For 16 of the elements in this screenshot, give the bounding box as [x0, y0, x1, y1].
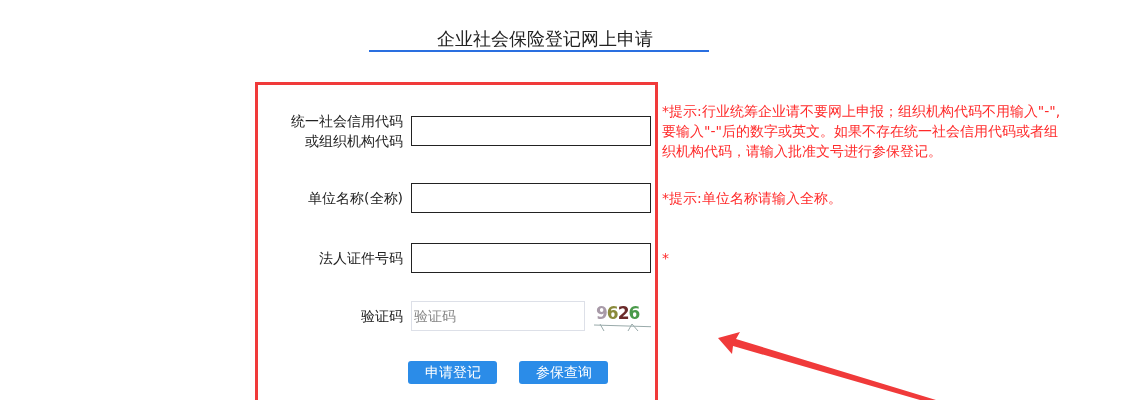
hint-text: *提示:行业统筹企业请不要网上申报；组织机构代码不用输入"-",要输入"-"后的数字或英文。如果不存在统一社会信用代码或者组织机构代码，请输入批准文号进行参保登记。	[662, 102, 1062, 161]
hint-text: *提示:单位名称请输入全称。	[662, 189, 843, 208]
captcha-image[interactable]: 9626	[592, 301, 651, 331]
field-label: 单位名称(全称)	[308, 189, 403, 208]
hint-text: *	[662, 249, 670, 268]
field-label: 统一社会信用代码	[291, 112, 403, 131]
input-field[interactable]	[411, 183, 651, 213]
action-button[interactable]: 申请登记	[408, 361, 497, 384]
page-title: 企业社会保险登记网上申请	[437, 28, 653, 50]
input-field[interactable]	[411, 116, 651, 146]
field-label: 法人证件号码	[319, 249, 403, 268]
field-label: 验证码	[361, 307, 403, 326]
action-button[interactable]: 参保查询	[519, 361, 608, 384]
captcha-field[interactable]: 验证码	[411, 301, 585, 331]
field-label: 或组织机构代码	[305, 132, 403, 151]
input-field[interactable]	[411, 243, 651, 273]
